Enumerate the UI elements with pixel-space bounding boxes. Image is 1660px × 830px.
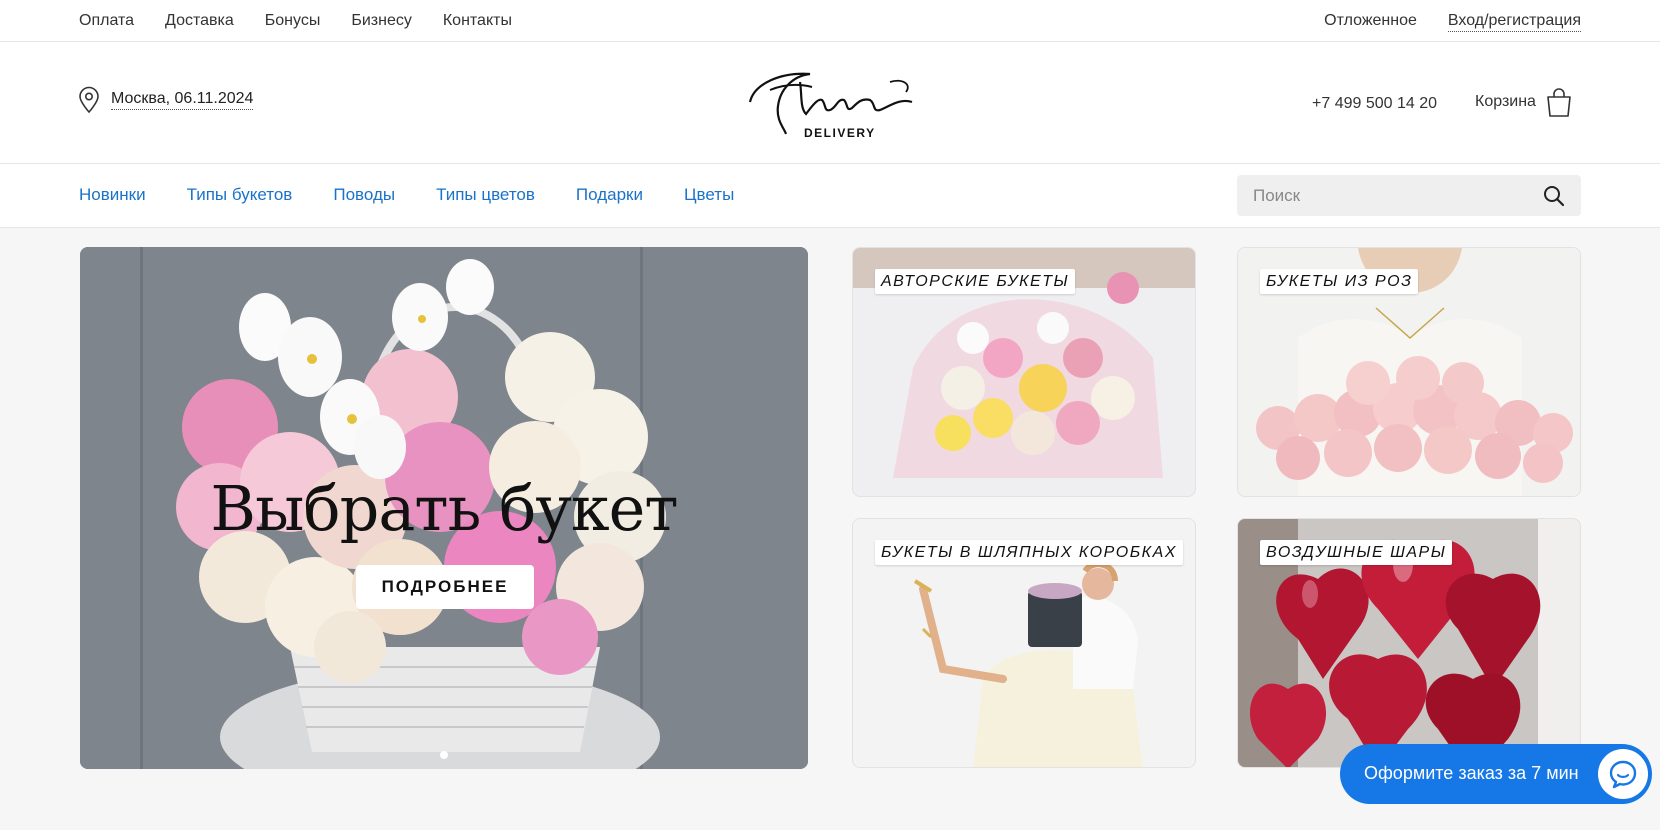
cart-label: Корзина [1475, 93, 1536, 110]
logo[interactable]: DELIVERY [740, 54, 920, 144]
link-login[interactable]: Вход/регистрация [1447, 12, 1581, 32]
category-card-hatbox-bouquets[interactable]: БУКЕТЫ В ШЛЯПНЫХ КОРОБКАХ [852, 518, 1196, 768]
location-selector[interactable]: Москва, 06.11.2024 [77, 86, 254, 114]
hero-banner[interactable]: Выбрать букет ПОДРОБНЕЕ [80, 247, 808, 769]
link-contacts[interactable]: Контакты [443, 12, 512, 30]
nav-item-flowers[interactable]: Цветы [684, 185, 734, 205]
shopping-bag-icon [1547, 88, 1571, 117]
link-delivery[interactable]: Доставка [165, 12, 234, 30]
search-box [1237, 175, 1581, 216]
chat-icon [1609, 760, 1637, 789]
link-bonuses[interactable]: Бонусы [265, 12, 321, 30]
chat-bubble[interactable] [1598, 749, 1648, 799]
nav-item-bouquet-types[interactable]: Типы букетов [187, 185, 293, 205]
card-label: БУКЕТЫ ИЗ РОЗ [1260, 269, 1419, 294]
top-account-links: Отложенное Вход/регистрация [1324, 12, 1581, 32]
nav-item-new[interactable]: Новинки [79, 185, 146, 205]
nav-item-gifts[interactable]: Подарки [576, 185, 643, 205]
top-links: Оплата Доставка Бонусы Бизнесу Контакты [79, 12, 512, 30]
nav-item-occasions[interactable]: Поводы [333, 185, 395, 205]
top-bar: Оплата Доставка Бонусы Бизнесу Контакты … [0, 0, 1660, 42]
location-text: Москва, 06.11.2024 [111, 90, 254, 110]
link-business[interactable]: Бизнесу [351, 12, 412, 30]
search-icon[interactable] [1543, 185, 1565, 207]
nav-item-flower-types[interactable]: Типы цветов [436, 185, 535, 205]
cart-button[interactable]: Корзина [1475, 86, 1574, 118]
category-card-rose-bouquets[interactable]: БУКЕТЫ ИЗ РОЗ [1237, 247, 1581, 497]
link-deferred[interactable]: Отложенное [1324, 12, 1417, 32]
search-input[interactable] [1237, 175, 1527, 216]
category-card-author-bouquets[interactable]: АВТОРСКИЕ БУКЕТЫ [852, 247, 1196, 497]
phone-number[interactable]: +7 499 500 14 20 [1312, 95, 1437, 113]
card-label: БУКЕТЫ В ШЛЯПНЫХ КОРОБКАХ [875, 540, 1183, 565]
link-payment[interactable]: Оплата [79, 12, 134, 30]
hero-more-button[interactable]: ПОДРОБНЕЕ [356, 565, 534, 609]
header: Москва, 06.11.2024 DELIVERY +7 499 500 1… [0, 42, 1660, 164]
category-card-balloons[interactable]: ВОЗДУШНЫЕ ШАРЫ [1237, 518, 1581, 768]
carousel-dots [80, 751, 808, 759]
chat-widget-button[interactable]: Оформите заказ за 7 мин [1340, 744, 1652, 804]
location-pin-icon [79, 86, 99, 114]
carousel-dot[interactable] [440, 751, 448, 759]
hero-title: Выбрать букет [210, 472, 678, 545]
chat-label: Оформите заказ за 7 мин [1364, 763, 1579, 783]
card-label: ВОЗДУШНЫЕ ШАРЫ [1260, 540, 1453, 565]
card-label: АВТОРСКИЕ БУКЕТЫ [875, 269, 1076, 294]
logo-sub-text: DELIVERY [804, 126, 876, 140]
main-nav: Новинки Типы букетов Поводы Типы цветов … [0, 164, 1660, 228]
nav-items: Новинки Типы букетов Поводы Типы цветов … [79, 185, 734, 205]
